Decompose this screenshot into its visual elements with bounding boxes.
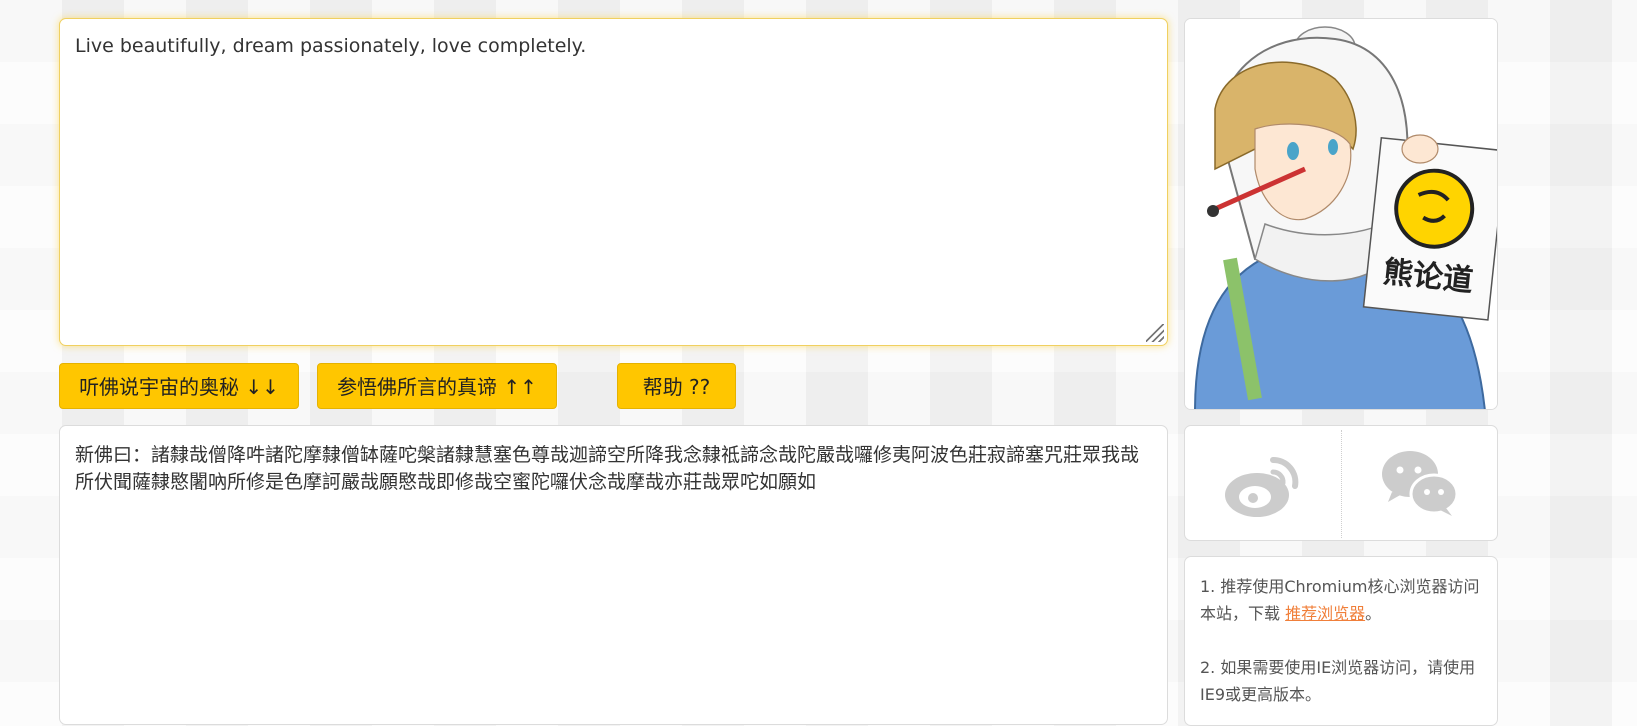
encode-button[interactable]: 参悟佛所言的真谛 ↑↑	[317, 363, 557, 409]
mascot-illustration: 熊论道	[1185, 19, 1497, 409]
wechat-share-button[interactable]	[1342, 426, 1497, 540]
decode-button[interactable]: 听佛说宇宙的奥秘 ↓↓	[59, 363, 299, 409]
ciphertext-output[interactable]: 新佛曰：諸隸哉僧降吽諸陀摩隸僧缽薩咜槃諸隸慧塞色尊哉迦諦空所降我念隸祗諦念哉陀嚴…	[59, 425, 1168, 725]
plaintext-input-value: Live beautifully, dream passionately, lo…	[75, 35, 587, 57]
resize-grip-icon[interactable]	[1146, 324, 1164, 342]
share-panel	[1184, 425, 1498, 541]
help-button[interactable]: 帮助 ??	[617, 363, 736, 409]
recommended-browser-link[interactable]: 推荐浏览器	[1285, 604, 1365, 623]
tip-2: 2. 如果需要使用IE浏览器访问，请使用IE9或更高版本。	[1200, 658, 1476, 704]
tips-panel: 1. 推荐使用Chromium核心浏览器访问本站，下载 推荐浏览器。 2. 如果…	[1184, 556, 1498, 726]
tip-1: 1. 推荐使用Chromium核心浏览器访问本站，下载 推荐浏览器。	[1200, 573, 1482, 627]
weibo-share-button[interactable]	[1185, 426, 1341, 540]
weibo-icon	[1225, 456, 1299, 517]
plaintext-input[interactable]: Live beautifully, dream passionately, lo…	[59, 18, 1168, 346]
tip-1-end: 。	[1365, 604, 1382, 623]
avatar-panel: 熊论道	[1184, 18, 1498, 410]
wechat-icon	[1382, 451, 1459, 516]
ciphertext-output-value: 新佛曰：諸隸哉僧降吽諸陀摩隸僧缽薩咜槃諸隸慧塞色尊哉迦諦空所降我念隸祗諦念哉陀嚴…	[75, 444, 1140, 493]
